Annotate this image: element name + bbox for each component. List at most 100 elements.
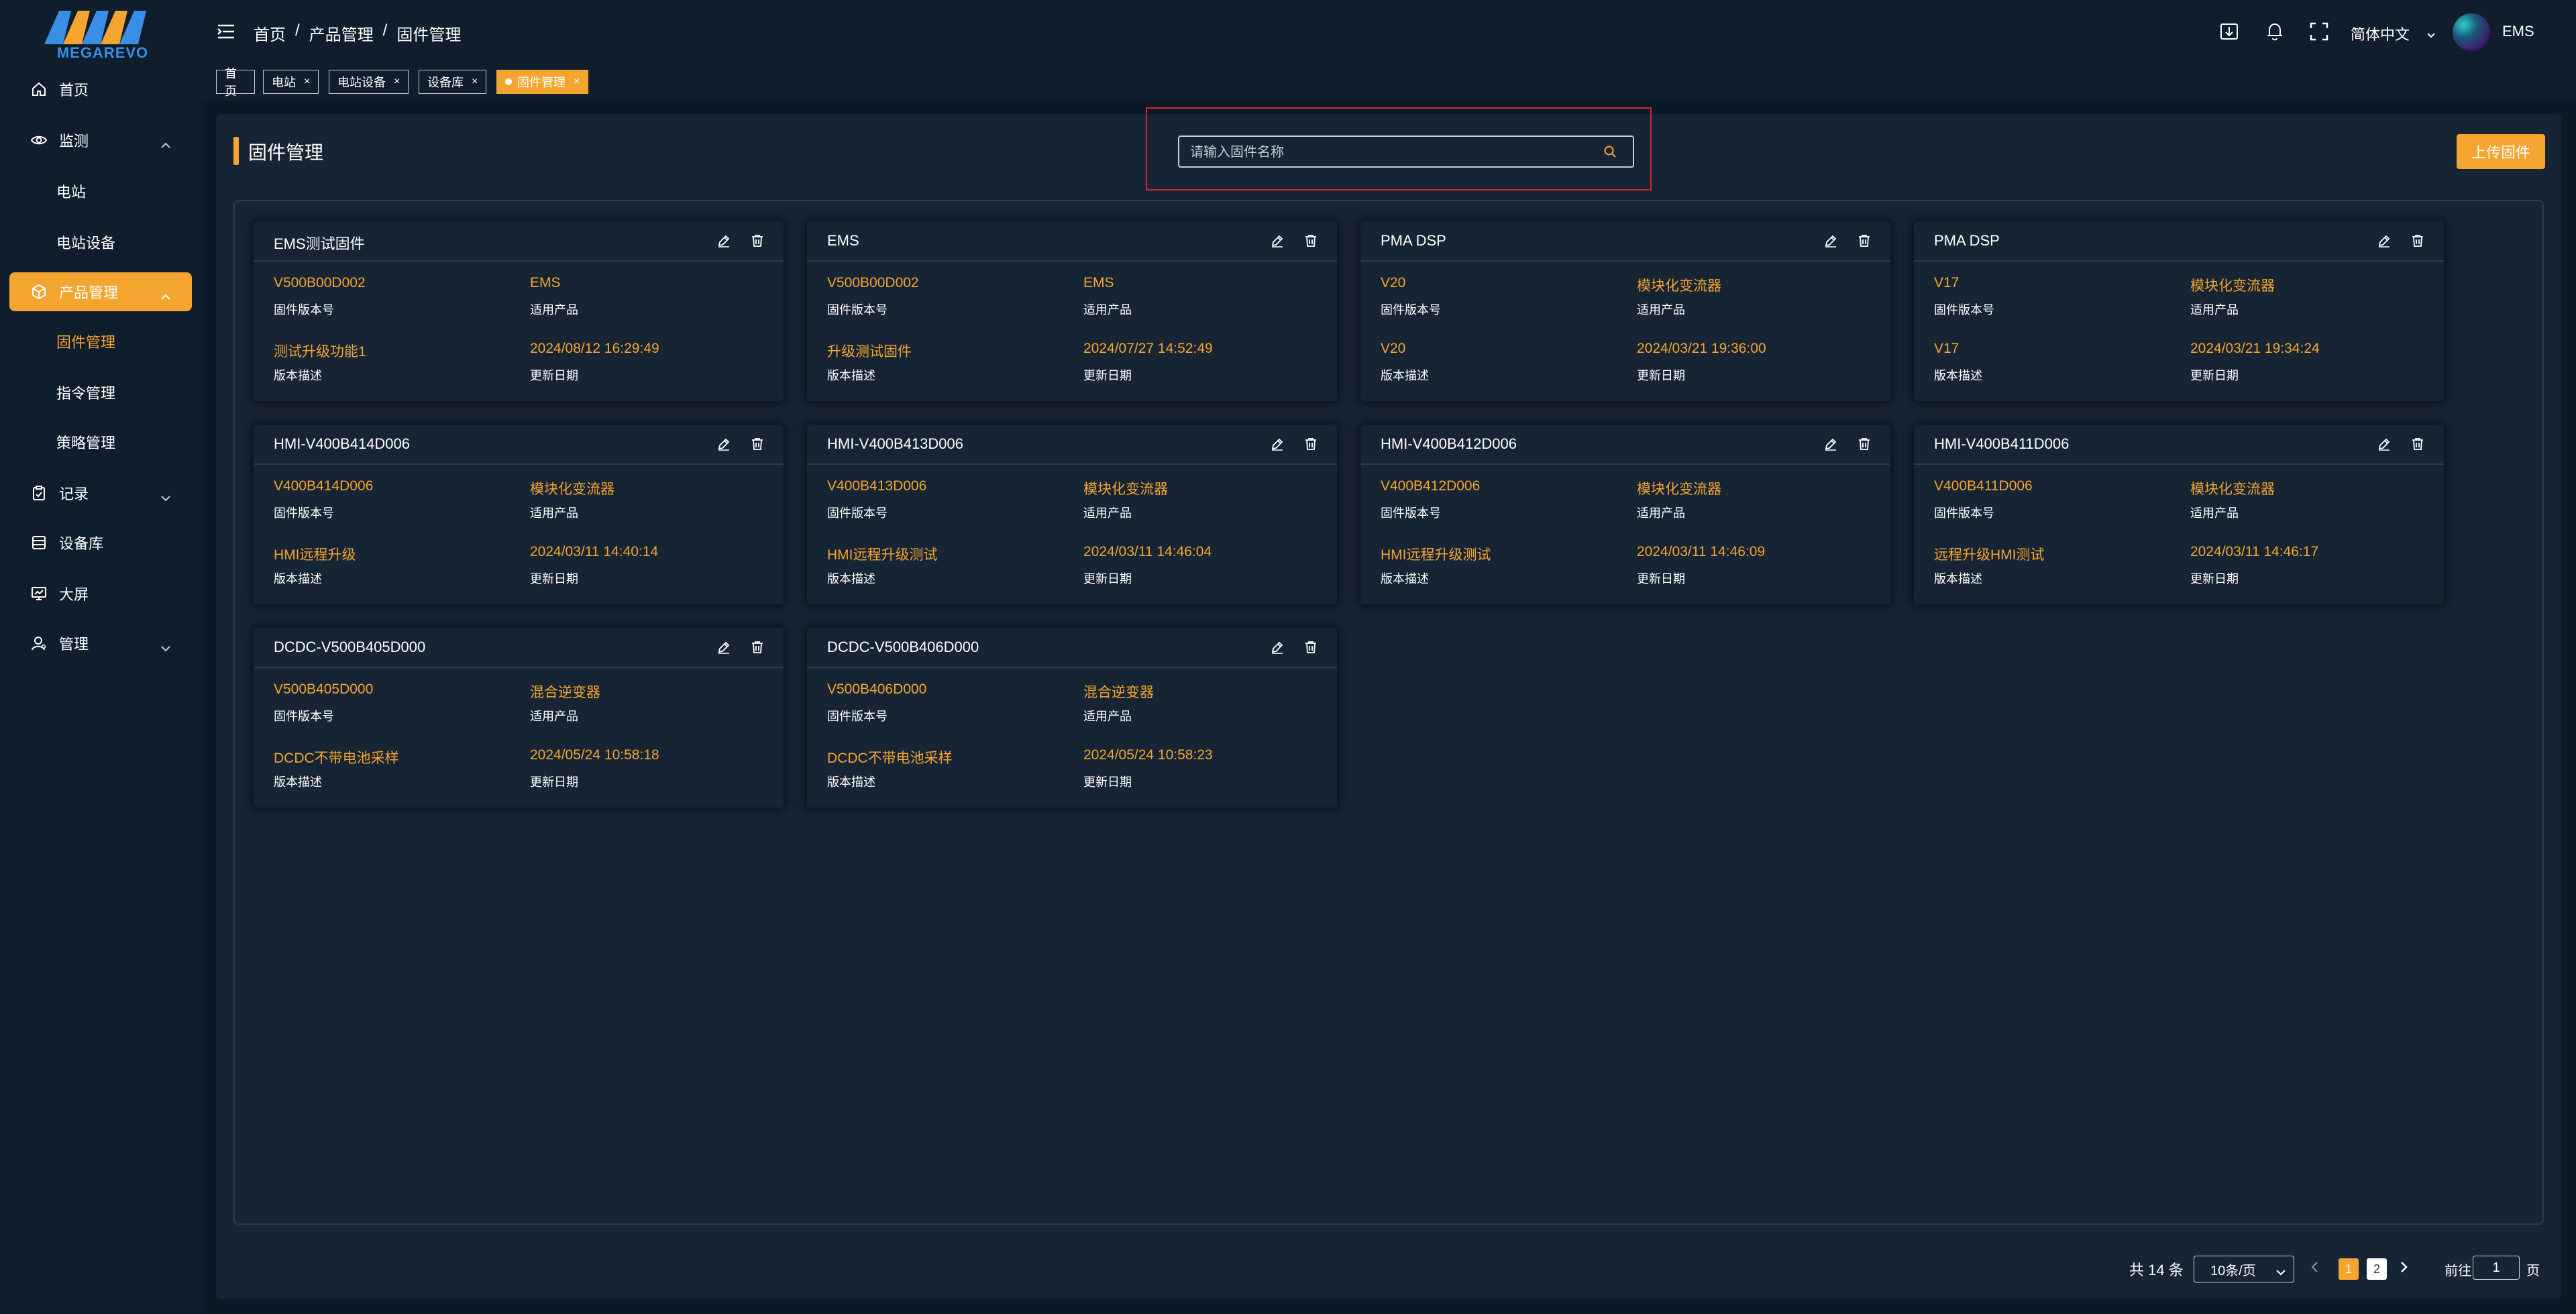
firmware-card[interactable]: HMI-V400B411D006 V400B411D006 固件版本号 模块化变流器适…: [1914, 425, 2444, 604]
update-date-value: 2024/03/11 14:46:17: [2190, 544, 2319, 559]
close-icon[interactable]: ×: [472, 76, 478, 88]
close-icon[interactable]: ×: [394, 76, 400, 88]
sidebar-subitem-firmware[interactable]: 固件管理: [9, 322, 192, 361]
edit-icon[interactable]: [715, 232, 733, 250]
edit-icon[interactable]: [1269, 232, 1286, 250]
firmware-card[interactable]: DCDC-V500B405D000 V500B405D000 固件版本号 混合逆变器适…: [254, 628, 784, 808]
sidebar-item-device-library[interactable]: 设备库: [9, 523, 192, 562]
sidebar-item-monitor[interactable]: 监测: [9, 121, 192, 160]
chevron-down-icon: [2427, 30, 2435, 42]
firmware-card[interactable]: PMA DSP V17 固件版本号 模块化变流器 适用产品 V17 版本描述 2024/03/…: [1914, 221, 2444, 401]
description-value: 升级测试固件: [827, 344, 912, 360]
card-title: PMA DSP: [1381, 232, 1446, 249]
username[interactable]: EMS: [2502, 23, 2534, 40]
tab-device-library[interactable]: 设备库 ×: [419, 70, 487, 94]
description-value: 测试升级功能1: [274, 344, 366, 360]
upload-firmware-button[interactable]: 上传固件: [2457, 134, 2545, 169]
chevron-down-icon: [161, 488, 170, 506]
avatar[interactable]: [2453, 13, 2490, 51]
update-date-label: 更新日期: [2190, 369, 2239, 382]
delete-icon[interactable]: [749, 232, 766, 250]
firmware-card[interactable]: DCDC-V500B406D000 V500B406D000 固件版本号 混合逆变器适…: [807, 628, 1337, 808]
description-label: 版本描述: [827, 369, 875, 382]
bell-icon[interactable]: [2263, 20, 2286, 43]
delete-icon[interactable]: [1302, 435, 1320, 453]
page-number-1[interactable]: 1: [2339, 1258, 2359, 1280]
firmware-version-value: V400B412D006: [1381, 478, 1481, 494]
book-icon[interactable]: [2218, 20, 2241, 43]
delete-icon[interactable]: [1856, 435, 1873, 453]
edit-icon[interactable]: [1822, 232, 1839, 250]
fullscreen-icon[interactable]: [2308, 20, 2330, 43]
edit-icon[interactable]: [1269, 639, 1286, 656]
description-label: 版本描述: [274, 369, 322, 382]
goto-page-input[interactable]: [2473, 1256, 2520, 1280]
tab-firmware-management[interactable]: 固件管理 ×: [496, 70, 589, 94]
firmware-card[interactable]: HMI-V400B413D006 V400B413D006 固件版本号 模块化变流器适…: [807, 425, 1337, 604]
card-title: HMI-V400B412D006: [1381, 435, 1517, 452]
close-icon[interactable]: ×: [304, 76, 310, 88]
box-icon: [30, 284, 48, 299]
firmware-version-value: V20: [1381, 275, 1406, 290]
edit-icon[interactable]: [2375, 232, 2393, 250]
firmware-card[interactable]: PMA DSP V20 固件版本号 模块化变流器 适用产品 V20 版本描述 2024/03/…: [1360, 221, 1890, 401]
delete-icon[interactable]: [2409, 435, 2426, 453]
main-panel: 固件管理 上传固件 共 14 条 10条/页 1 2 前往 页 EMS测试固件 V…: [216, 107, 2561, 1299]
delete-icon[interactable]: [2409, 232, 2426, 250]
firmware-card[interactable]: HMI-V400B412D006 V400B412D006 固件版本号 模块化变流器适…: [1360, 425, 1890, 604]
tab-station[interactable]: 电站 ×: [263, 70, 319, 94]
card-title: HMI-V400B413D006: [827, 435, 964, 452]
megarevo-logo[interactable]: MEGAREVO: [44, 7, 158, 61]
sidebar-item-management[interactable]: 管理: [9, 624, 192, 663]
search-icon[interactable]: [1603, 145, 1617, 162]
edit-icon[interactable]: [2375, 435, 2393, 453]
product-value: 模块化变流器: [1083, 482, 1168, 497]
sidebar-item-product-management[interactable]: 产品管理: [9, 272, 192, 311]
close-icon[interactable]: ×: [574, 76, 580, 88]
delete-icon[interactable]: [749, 435, 766, 453]
description-label: 版本描述: [827, 775, 875, 789]
edit-icon[interactable]: [1822, 435, 1839, 453]
page-size-select[interactable]: 10条/页: [2194, 1256, 2294, 1282]
breadcrumb-product-management[interactable]: 产品管理: [309, 21, 374, 45]
breadcrumb-home[interactable]: 首页: [254, 21, 286, 45]
tab-home[interactable]: 首页: [216, 67, 255, 98]
card-header: HMI-V400B413D006: [807, 425, 1337, 465]
sidebar-item-records[interactable]: 记录: [9, 474, 192, 512]
home-icon: [30, 82, 48, 97]
delete-icon[interactable]: [1856, 232, 1873, 250]
card-header: HMI-V400B411D006: [1914, 425, 2444, 465]
delete-icon[interactable]: [749, 639, 766, 656]
edit-icon[interactable]: [715, 639, 733, 656]
description-value: HMI远程升级: [274, 547, 356, 563]
description-label: 版本描述: [1381, 369, 1429, 382]
product-value: 模块化变流器: [530, 482, 614, 497]
firmware-version-label: 固件版本号: [827, 303, 888, 317]
page-number-2[interactable]: 2: [2367, 1258, 2387, 1280]
menu-collapse-icon[interactable]: [217, 24, 235, 42]
update-date-value: 2024/05/24 10:58:23: [1083, 747, 1213, 763]
firmware-version-value: V400B413D006: [827, 478, 927, 494]
delete-icon[interactable]: [1302, 639, 1320, 656]
product-label: 适用产品: [1637, 506, 1685, 520]
sidebar-subitem-commands[interactable]: 指令管理: [9, 373, 192, 412]
sidebar-subitem-station-device[interactable]: 电站设备: [9, 223, 192, 262]
firmware-card[interactable]: HMI-V400B414D006 V400B414D006 固件版本号 模块化变流器适…: [254, 425, 784, 604]
edit-icon[interactable]: [1269, 435, 1286, 453]
prev-page-icon[interactable]: [2310, 1261, 2318, 1276]
sidebar-item-big-screen[interactable]: 大屏: [9, 574, 192, 613]
search-field[interactable]: [1178, 135, 1634, 168]
update-date-label: 更新日期: [1083, 369, 1132, 382]
search-input[interactable]: [1189, 137, 1594, 168]
delete-icon[interactable]: [1302, 232, 1320, 250]
firmware-card[interactable]: EMS V500B00D002 固件版本号 EMS 适用产品 升级测试固件 版本描述 2024…: [807, 221, 1337, 401]
sidebar-item-home[interactable]: 首页: [9, 70, 192, 109]
language-select[interactable]: 简体中文: [2351, 23, 2410, 44]
description-value: 远程升级HMI测试: [1934, 547, 2045, 563]
tab-station-device[interactable]: 电站设备 ×: [329, 70, 409, 94]
sidebar-subitem-station[interactable]: 电站: [9, 172, 192, 211]
sidebar-subitem-strategy[interactable]: 策略管理: [9, 423, 192, 461]
next-page-icon[interactable]: [2400, 1261, 2408, 1276]
firmware-card[interactable]: EMS测试固件 V500B00D002 固件版本号 EMS 适用产品 测试升级功能1 版本描…: [254, 221, 784, 401]
edit-icon[interactable]: [715, 435, 733, 453]
